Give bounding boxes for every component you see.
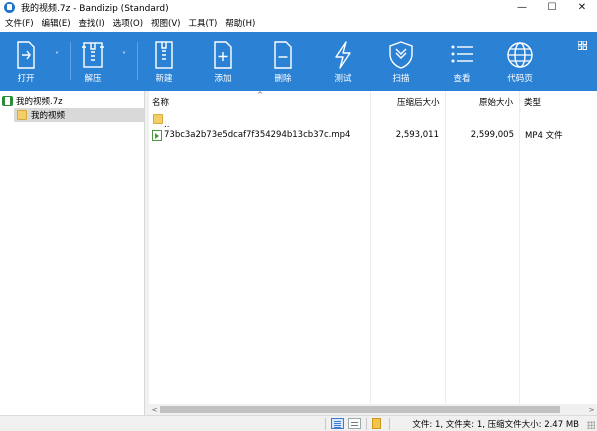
status-bar: 文件: 1, 文件夹: 1, 压缩文件大小: 2.47 MB bbox=[0, 415, 597, 431]
extract-icon bbox=[82, 42, 104, 68]
add-label: 添加 bbox=[214, 74, 232, 84]
open-button[interactable]: 打开 bbox=[9, 32, 43, 91]
menu-file[interactable]: 文件(F) bbox=[2, 17, 37, 29]
lightning-icon bbox=[335, 41, 351, 69]
scrollbar-thumb[interactable] bbox=[160, 406, 560, 413]
add-file-icon bbox=[214, 41, 232, 69]
original-size-cell: 2,599,005 bbox=[470, 130, 514, 140]
new-archive-icon bbox=[155, 41, 173, 69]
status-separator bbox=[325, 418, 326, 430]
column-header-label: 类型 bbox=[524, 98, 542, 108]
shield-icon bbox=[389, 41, 413, 69]
menu-bar: 文件(F) 编辑(E) 查找(I) 选项(O) 视图(V) 工具(T) 帮助(H… bbox=[0, 15, 597, 31]
resize-grip-icon[interactable] bbox=[587, 421, 595, 429]
file-name: 73bc3a2b73e5dcaf7f354294b13cb37c.mp4 bbox=[164, 130, 351, 140]
horizontal-scrollbar[interactable]: < > bbox=[149, 404, 597, 415]
scroll-right-icon[interactable]: > bbox=[586, 404, 597, 415]
list-view-toggle-icon[interactable] bbox=[348, 418, 361, 429]
window-title: 我的视频.7z - Bandizip (Standard) bbox=[21, 4, 169, 14]
toolbar-separator bbox=[137, 42, 138, 80]
column-header-original-size[interactable]: 原始大小 bbox=[479, 94, 513, 110]
new-button[interactable]: 新建 bbox=[147, 32, 181, 91]
folder-tree: 我的视频.7z 我的视频 bbox=[0, 91, 145, 415]
menu-edit[interactable]: 编辑(E) bbox=[39, 17, 74, 29]
view-label: 查看 bbox=[453, 74, 471, 84]
title-bar: 我的视频.7z - Bandizip (Standard) — ☐ ✕ bbox=[0, 0, 597, 15]
minimize-button[interactable]: — bbox=[507, 0, 537, 15]
delete-file-icon bbox=[274, 41, 292, 69]
scan-button[interactable]: 扫描 bbox=[384, 32, 418, 91]
details-view-icon[interactable] bbox=[331, 418, 344, 429]
video-file-icon bbox=[152, 129, 162, 141]
toolbar: 打开 ˅ 解压 ˅ 新建 添加 删除 测试 扫描 查看 代码页 bbox=[0, 32, 597, 91]
name-cell: 73bc3a2b73e5dcaf7f354294b13cb37c.mp4 bbox=[152, 128, 350, 142]
menu-tools[interactable]: 工具(T) bbox=[185, 17, 220, 29]
toolbar-separator bbox=[70, 42, 71, 80]
open-icon bbox=[17, 41, 35, 69]
delete-label: 删除 bbox=[274, 74, 292, 84]
column-header-label: 压缩后大小 bbox=[397, 98, 440, 108]
folder-icon bbox=[17, 110, 27, 120]
column-header-label: 名称 bbox=[152, 98, 170, 108]
add-button[interactable]: 添加 bbox=[206, 32, 240, 91]
table-row[interactable]: 73bc3a2b73e5dcaf7f354294b13cb37c.mp4 2,5… bbox=[149, 128, 597, 142]
sort-ascending-icon: ^ bbox=[257, 91, 263, 99]
extract-button[interactable]: 解压 bbox=[76, 32, 110, 91]
tree-item-archive[interactable]: 我的视频.7z bbox=[2, 94, 63, 108]
window-controls: — ☐ ✕ bbox=[507, 0, 597, 15]
extract-label: 解压 bbox=[84, 74, 102, 84]
folder-pane-icon[interactable] bbox=[372, 418, 381, 429]
menu-help[interactable]: 帮助(H) bbox=[222, 17, 258, 29]
open-dropdown-icon[interactable]: ˅ bbox=[55, 51, 59, 60]
column-header-type[interactable]: 类型 bbox=[524, 94, 541, 110]
column-header-name[interactable]: 名称 bbox=[152, 94, 169, 110]
delete-button[interactable]: 删除 bbox=[266, 32, 300, 91]
codepage-button[interactable]: 代码页 bbox=[503, 32, 537, 91]
menu-find[interactable]: 查找(I) bbox=[76, 17, 108, 29]
layout-grid-icon[interactable] bbox=[578, 41, 587, 50]
type-cell: MP4 文件 bbox=[525, 131, 563, 141]
tree-item-label: 我的视频.7z bbox=[16, 97, 63, 107]
status-separator bbox=[366, 418, 367, 430]
file-list: 名称 ^ 压缩后大小 原始大小 类型 .. 73bc3a2b73e5dcaf7f… bbox=[149, 91, 597, 404]
scroll-left-icon[interactable]: < bbox=[149, 404, 160, 415]
archive-icon bbox=[2, 96, 13, 106]
codepage-label: 代码页 bbox=[507, 74, 533, 84]
scan-label: 扫描 bbox=[392, 74, 410, 84]
view-button[interactable]: 查看 bbox=[445, 32, 479, 91]
column-header-packed-size[interactable]: 压缩后大小 bbox=[397, 94, 440, 110]
test-label: 测试 bbox=[334, 74, 352, 84]
globe-icon bbox=[507, 42, 533, 68]
extract-dropdown-icon[interactable]: ˅ bbox=[122, 51, 126, 60]
new-label: 新建 bbox=[155, 74, 173, 84]
menu-options[interactable]: 选项(O) bbox=[110, 17, 146, 29]
status-separator bbox=[389, 418, 390, 430]
tree-item-label: 我的视频 bbox=[31, 111, 66, 121]
test-button[interactable]: 测试 bbox=[326, 32, 360, 91]
menu-view[interactable]: 视图(V) bbox=[148, 17, 183, 29]
open-label: 打开 bbox=[17, 74, 35, 84]
column-header-label: 原始大小 bbox=[479, 98, 514, 108]
tree-item-folder[interactable]: 我的视频 bbox=[14, 108, 144, 122]
bandizip-app-icon bbox=[4, 2, 15, 13]
packed-size-cell: 2,593,011 bbox=[395, 130, 439, 140]
list-view-icon bbox=[451, 45, 473, 63]
maximize-button[interactable]: ☐ bbox=[537, 0, 567, 15]
status-text: 文件: 1, 文件夹: 1, 压缩文件大小: 2.47 MB bbox=[412, 420, 579, 430]
close-button[interactable]: ✕ bbox=[567, 0, 597, 15]
